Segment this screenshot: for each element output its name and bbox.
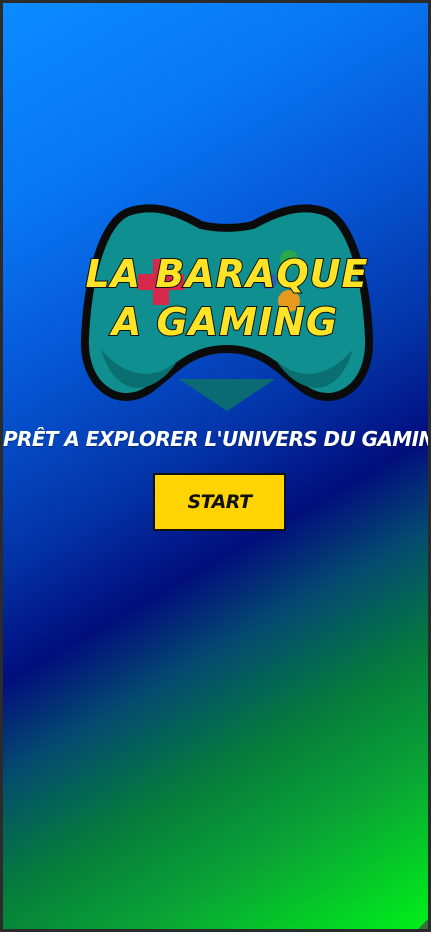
gamepad-shadow bbox=[179, 379, 275, 411]
tagline: PRÊT A EXPLORER L'UNIVERS DU GAMING ? bbox=[3, 427, 428, 451]
logo-title-line1: LA BARAQUE bbox=[85, 252, 368, 296]
gamepad-icon: LA BARAQUE A GAMING bbox=[80, 204, 374, 411]
resize-handle-icon bbox=[418, 919, 428, 929]
start-button[interactable]: START bbox=[153, 473, 286, 531]
logo-title-line2: A GAMING bbox=[109, 300, 338, 344]
app-screen: LA BARAQUE A GAMING PRÊT A EXPLORER L'UN… bbox=[3, 3, 428, 929]
logo: LA BARAQUE A GAMING bbox=[61, 199, 393, 415]
